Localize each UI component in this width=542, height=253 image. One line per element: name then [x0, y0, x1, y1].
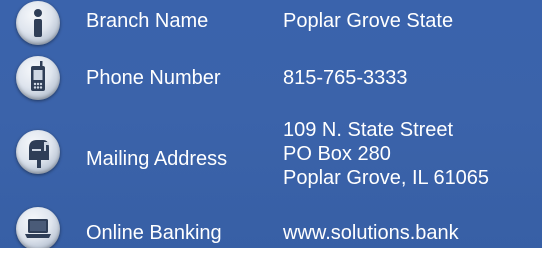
address-line-city: Poplar Grove, IL 61065	[283, 167, 490, 189]
laptop-icon	[16, 207, 60, 251]
mailing-address-label: Mailing Address	[86, 148, 228, 170]
phone-number-value[interactable]: 815-765-3333	[283, 66, 408, 90]
address-line-po-box: PO Box 280	[283, 143, 391, 165]
online-banking-label: Online Banking	[86, 222, 222, 244]
branch-info-panel: Branch Name Poplar Grove State Phone Num…	[0, 0, 542, 253]
mailing-address-value: 109 N. State Street PO Box 280 Poplar Gr…	[283, 118, 489, 190]
branch-name-value: Poplar Grove State	[283, 10, 454, 32]
address-line-street: 109 N. State Street	[283, 119, 454, 141]
online-banking-link[interactable]: www.solutions.bank	[283, 221, 459, 245]
info-icon	[16, 1, 60, 45]
phone-number-label: Phone Number	[86, 67, 221, 89]
branch-name-label: Branch Name	[86, 10, 209, 32]
mailbox-icon	[16, 130, 60, 174]
phone-icon	[16, 56, 60, 100]
bottom-border	[0, 248, 542, 253]
